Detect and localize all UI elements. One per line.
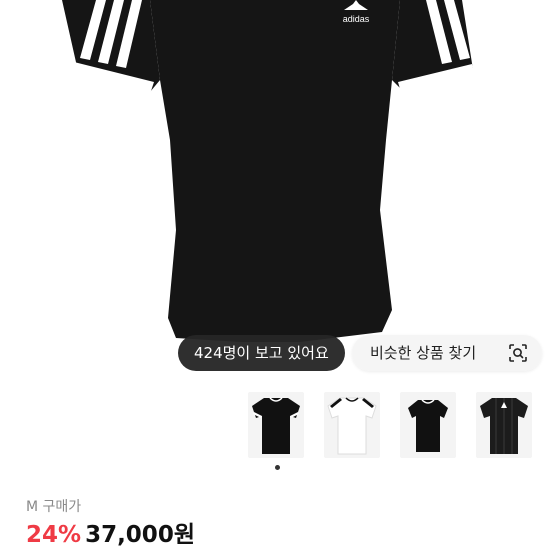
product-image[interactable]: adidas [0, 0, 554, 372]
thumbnail-2[interactable] [324, 392, 380, 458]
thumbnail-image [480, 398, 528, 454]
thumbnail-image [252, 397, 300, 454]
find-similar-button[interactable]: 비슷한 상품 찾기 [352, 335, 542, 371]
price-label: M 구매가 [26, 496, 81, 516]
price-value: 37,000원 [85, 522, 195, 548]
thumbnail-1[interactable] [248, 392, 304, 458]
tshirt-illustration: adidas [62, 0, 476, 342]
size-prefix: M [26, 499, 39, 515]
lens-search-icon [509, 344, 527, 362]
price-type-label: 구매가 [42, 499, 82, 515]
price-row: 24% 37,000원 [26, 520, 195, 552]
carousel-page-indicator [275, 465, 280, 470]
discount-rate: 24% [26, 522, 82, 548]
brand-logo: adidas [343, 14, 370, 24]
find-similar-label: 비슷한 상품 찾기 [370, 344, 477, 362]
thumbnail-3[interactable] [400, 392, 456, 458]
thumbnail-image [327, 397, 377, 455]
thumbnail-4[interactable] [476, 392, 532, 458]
viewers-count-text: 424명이 보고 있어요 [194, 344, 329, 362]
thumbnail-image [408, 399, 448, 452]
viewers-count-badge: 424명이 보고 있어요 [178, 335, 345, 371]
